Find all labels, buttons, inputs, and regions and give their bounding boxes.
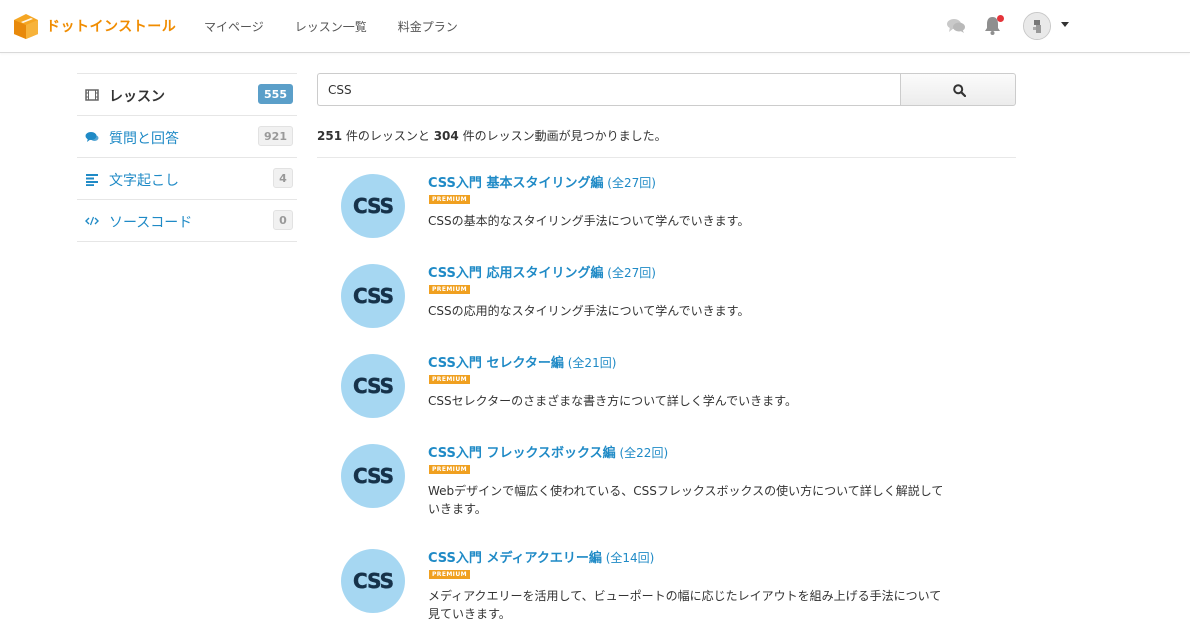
sidebar-item-label: レッスン bbox=[109, 89, 165, 105]
lesson-title-link[interactable]: CSS入門 基本スタイリング編 (全27回) bbox=[428, 172, 656, 191]
lesson-description: CSSセレクターのさまざまな書き方について詳しく学んでいきます。 bbox=[428, 394, 797, 408]
lesson-description: メディアクエリーを活用して、ビューポートの幅に応じたレイアウトを組み上げる手法に… bbox=[428, 589, 942, 621]
sidebar-item-lessons[interactable]: レッスン 555 bbox=[77, 74, 297, 116]
video-count: 304 bbox=[433, 129, 459, 143]
film-icon bbox=[85, 89, 99, 101]
lesson-episode-count: (全14回) bbox=[601, 551, 655, 565]
lesson-description: CSSの応用的なスタイリング手法について学んでいきます。 bbox=[428, 304, 750, 318]
sidebar: レッスン 555 質問と回答 921 文字起こし 4 ソースコード 0 bbox=[77, 73, 297, 242]
lesson-episode-count: (全22回) bbox=[615, 446, 669, 460]
lesson-title-link[interactable]: CSS入門 応用スタイリング編 (全27回) bbox=[428, 262, 656, 281]
site-logo[interactable]: ドットインストール bbox=[12, 12, 176, 40]
lesson-episode-count: (全21回) bbox=[563, 356, 617, 370]
lesson-title: CSS入門 基本スタイリング編 bbox=[428, 176, 604, 191]
premium-badge: PREMIUM bbox=[429, 285, 470, 294]
chat-icon[interactable] bbox=[947, 18, 965, 34]
search-button[interactable] bbox=[900, 73, 1016, 106]
lesson-title: CSS入門 応用スタイリング編 bbox=[428, 266, 604, 281]
thumbnail-text: CSS bbox=[353, 284, 394, 309]
lesson-description: CSSの基本的なスタイリング手法について学んでいきます。 bbox=[428, 214, 750, 228]
lesson-thumbnail[interactable]: CSS bbox=[341, 444, 405, 508]
count-badge: 555 bbox=[258, 84, 293, 104]
lesson-thumbnail[interactable]: CSS bbox=[341, 174, 405, 238]
premium-badge: PREMIUM bbox=[429, 195, 470, 204]
search-input[interactable] bbox=[317, 73, 901, 106]
main-nav: マイページ レッスン一覧 料金プラン bbox=[204, 0, 458, 52]
code-icon bbox=[85, 216, 99, 226]
lesson-title: CSS入門 セレクター編 bbox=[428, 356, 564, 371]
logo-box-icon bbox=[14, 14, 38, 39]
result-summary: 251 件のレッスンと 304 件のレッスン動画が見つかりました。 bbox=[317, 127, 667, 144]
premium-badge: PREMIUM bbox=[429, 570, 470, 579]
count-badge: 0 bbox=[273, 210, 293, 230]
summary-text: 件のレッスン動画が見つかりました。 bbox=[458, 129, 667, 143]
count-badge: 921 bbox=[258, 126, 293, 146]
align-left-icon bbox=[86, 174, 98, 186]
lesson-episode-count: (全27回) bbox=[603, 266, 656, 280]
notification-dot bbox=[997, 15, 1004, 22]
comments-icon bbox=[85, 132, 99, 142]
nav-mypage[interactable]: マイページ bbox=[204, 18, 264, 35]
logo-text: ドットインストール bbox=[46, 18, 177, 34]
thumbnail-text: CSS bbox=[353, 374, 394, 399]
lesson-count: 251 bbox=[317, 129, 343, 143]
avatar-icon bbox=[1024, 13, 1050, 39]
sidebar-item-source-code[interactable]: ソースコード 0 bbox=[77, 200, 297, 242]
premium-badge: PREMIUM bbox=[429, 375, 470, 384]
thumbnail-text: CSS bbox=[353, 569, 394, 594]
lesson-title: CSS入門 フレックスボックス編 bbox=[428, 446, 616, 461]
avatar[interactable] bbox=[1023, 12, 1051, 40]
lesson-title: CSS入門 メディアクエリー編 bbox=[428, 551, 602, 566]
sidebar-item-qa[interactable]: 質問と回答 921 bbox=[77, 116, 297, 158]
thumbnail-text: CSS bbox=[353, 194, 394, 219]
lesson-episode-count: (全27回) bbox=[603, 176, 656, 190]
lesson-description: Webデザインで幅広く使われている、CSSフレックスボックスの使い方について詳し… bbox=[428, 484, 944, 516]
lesson-title-link[interactable]: CSS入門 セレクター編 (全21回) bbox=[428, 352, 616, 371]
lesson-title-link[interactable]: CSS入門 フレックスボックス編 (全22回) bbox=[428, 442, 668, 461]
lesson-thumbnail[interactable]: CSS bbox=[341, 354, 405, 418]
search-icon bbox=[953, 84, 966, 97]
top-header: ドットインストール マイページ レッスン一覧 料金プラン bbox=[0, 0, 1190, 53]
count-badge: 4 bbox=[273, 168, 293, 188]
sidebar-item-transcripts[interactable]: 文字起こし 4 bbox=[77, 158, 297, 200]
sidebar-item-label: ソースコード bbox=[109, 215, 193, 231]
sidebar-item-label: 文字起こし bbox=[109, 173, 179, 189]
lesson-title-link[interactable]: CSS入門 メディアクエリー編 (全14回) bbox=[428, 547, 654, 566]
lesson-thumbnail[interactable]: CSS bbox=[341, 549, 405, 613]
sidebar-item-label: 質問と回答 bbox=[109, 131, 179, 147]
summary-text: 件のレッスンと bbox=[342, 129, 434, 143]
lesson-thumbnail[interactable]: CSS bbox=[341, 264, 405, 328]
nav-pricing[interactable]: 料金プラン bbox=[398, 18, 458, 35]
nav-lessons[interactable]: レッスン一覧 bbox=[295, 18, 367, 35]
premium-badge: PREMIUM bbox=[429, 465, 470, 474]
thumbnail-text: CSS bbox=[353, 464, 394, 489]
divider bbox=[317, 157, 1016, 158]
chevron-down-icon[interactable] bbox=[1061, 22, 1069, 27]
